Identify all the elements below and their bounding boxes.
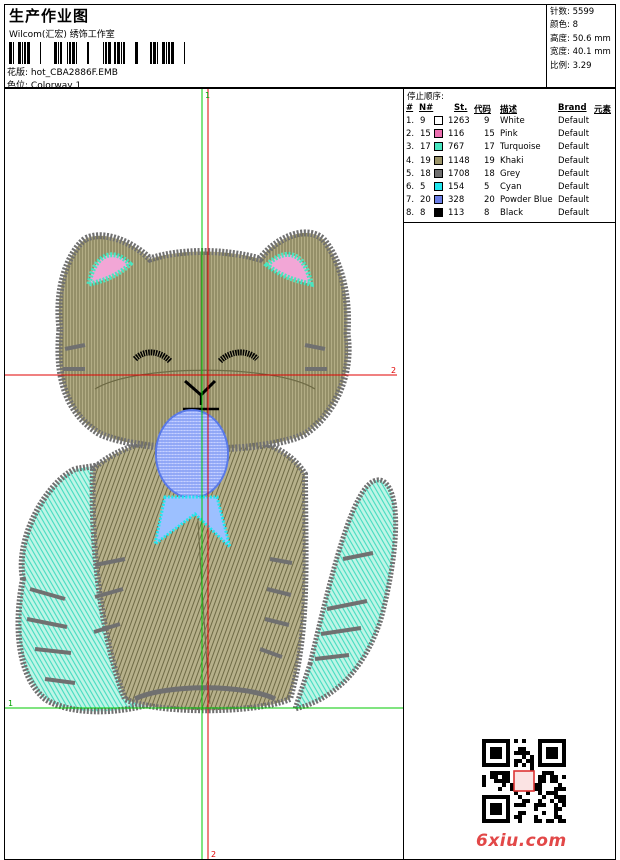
stop-table-body: 1. 9 1263 9 White Default 2. 15 116 15 Pink Default… — [404, 116, 617, 222]
row-needle: 20 — [420, 195, 431, 206]
color-swatch — [434, 116, 443, 125]
color-swatch — [434, 195, 443, 205]
row-index: 7. — [406, 195, 415, 206]
row-needle: 18 — [420, 168, 431, 179]
row-code: 15 — [484, 129, 495, 140]
row-index: 2. — [406, 129, 415, 140]
row-index: 5. — [406, 168, 415, 179]
row-brand: Default — [558, 142, 590, 153]
row-code: 5 — [484, 181, 490, 192]
table-row[interactable]: 3. 17 767 17 Turquoise Default — [404, 142, 617, 155]
row-brand: Default — [558, 168, 590, 179]
stat-stitches: 针数: 5599 — [550, 7, 595, 17]
axis-label-h-left: 1 — [8, 699, 13, 708]
table-row[interactable]: 2. 15 116 15 Pink Default — [404, 129, 617, 142]
row-description: Grey — [500, 168, 521, 179]
row-brand: Default — [558, 208, 590, 219]
tail-shape — [291, 477, 399, 713]
row-index: 6. — [406, 181, 415, 192]
row-needle: 15 — [420, 129, 431, 140]
axis-label-h-right: 2 — [391, 366, 396, 375]
row-needle: 19 — [420, 155, 431, 166]
col-code: 代码 — [474, 105, 492, 115]
row-code: 18 — [484, 168, 495, 179]
row-code: 19 — [484, 155, 495, 166]
row-code: 9 — [484, 116, 490, 126]
row-description: White — [500, 116, 525, 126]
header-panel: 生产作业图 Wilcom(汇宏) 绣饰工作室 花版: hot_CBA2886F.… — [4, 4, 617, 91]
row-description: Pink — [500, 129, 518, 140]
col-brand: Brand — [558, 103, 587, 113]
axis-label-v-bottom: 2 — [211, 850, 216, 859]
stat-scale: 比例: 3.29 — [550, 60, 592, 71]
row-brand: Default — [558, 181, 590, 192]
col-needle: N# — [419, 103, 434, 113]
color-swatch — [434, 181, 443, 191]
color-swatch — [434, 155, 443, 165]
row-description: Khaki — [500, 155, 524, 166]
table-row[interactable]: 1. 9 1263 9 White Default — [404, 116, 617, 129]
row-brand: Default — [558, 129, 590, 140]
color-swatch — [434, 142, 443, 152]
color-swatch — [434, 168, 443, 178]
row-description: Black — [500, 208, 523, 219]
table-row[interactable]: 6. 5 154 5 Cyan Default — [404, 181, 617, 195]
design-canvas[interactable]: 1 2 1 2 — [4, 88, 404, 860]
page-title: 生产作业图 — [9, 7, 90, 25]
col-stitches: St. — [454, 103, 468, 113]
filename-value: hot_CBA2886F.EMB — [30, 68, 118, 78]
row-code: 20 — [484, 195, 495, 206]
stat-width: 宽度: 40.1 mm — [550, 47, 611, 58]
table-row[interactable]: 5. 18 1708 18 Grey Default — [404, 168, 617, 182]
row-stitches: 154 — [448, 181, 465, 192]
filename-label: 花版: — [7, 68, 29, 78]
row-stitches: 1708 — [448, 168, 470, 179]
barcode-icon — [9, 42, 185, 64]
embroidery-preview: 1 2 1 2 — [5, 89, 403, 859]
stop-table-header: # N# St. 代码 描述 Brand 元素 — [404, 103, 617, 115]
col-element: 元素 — [594, 105, 612, 115]
company-name: Wilcom(汇宏) 绣饰工作室 — [9, 30, 115, 40]
panel-divider — [404, 222, 616, 223]
row-needle: 17 — [420, 142, 431, 153]
row-code: 17 — [484, 142, 495, 153]
row-description: Cyan — [500, 181, 522, 192]
col-description: 描述 — [500, 105, 518, 115]
axis-label-v-top: 1 — [205, 91, 210, 100]
row-needle: 9 — [420, 116, 426, 126]
color-swatch — [434, 129, 443, 139]
design-filename: 花版: hot_CBA2886F.EMB — [7, 65, 118, 78]
row-stitches: 1263 — [448, 116, 470, 126]
row-stitches: 1148 — [448, 155, 470, 166]
design-stats: 针数: 5599 颜色: 8 高度: 50.6 mm 宽度: 40.1 mm 比… — [546, 5, 617, 89]
row-index: 3. — [406, 142, 415, 153]
row-stitches: 116 — [448, 129, 465, 140]
table-row[interactable]: 7. 20 328 20 Powder Blue Default — [404, 195, 617, 208]
row-stitches: 328 — [448, 195, 465, 206]
row-brand: Default — [558, 195, 590, 206]
row-stitches: 113 — [448, 208, 465, 219]
stop-sequence-title: 停止顺序: — [407, 92, 444, 102]
row-code: 8 — [484, 208, 490, 219]
watermark-logo: 6xiu.com — [476, 831, 567, 851]
table-row[interactable]: 4. 19 1148 19 Khaki Default — [404, 155, 617, 169]
stat-height: 高度: 50.6 mm — [550, 33, 611, 44]
row-needle: 5 — [420, 181, 426, 192]
stat-colors: 颜色: 8 — [550, 20, 578, 31]
row-brand: Default — [558, 116, 590, 126]
row-stitches: 767 — [448, 142, 465, 153]
row-needle: 8 — [420, 208, 426, 219]
row-index: 8. — [406, 208, 415, 219]
color-swatch — [434, 208, 443, 218]
table-row[interactable]: 8. 8 113 8 Black Default — [404, 208, 617, 221]
row-index: 4. — [406, 155, 415, 166]
row-description: Turquoise — [500, 142, 541, 153]
row-description: Powder Blue — [500, 195, 553, 206]
row-brand: Default — [558, 155, 590, 166]
col-index: # — [406, 103, 414, 113]
row-index: 1. — [406, 116, 415, 126]
qr-code-icon — [482, 739, 566, 823]
stop-sequence-panel: 停止顺序: # N# St. 代码 描述 Brand 元素 1. 9 1263 9 Wh… — [403, 88, 616, 860]
